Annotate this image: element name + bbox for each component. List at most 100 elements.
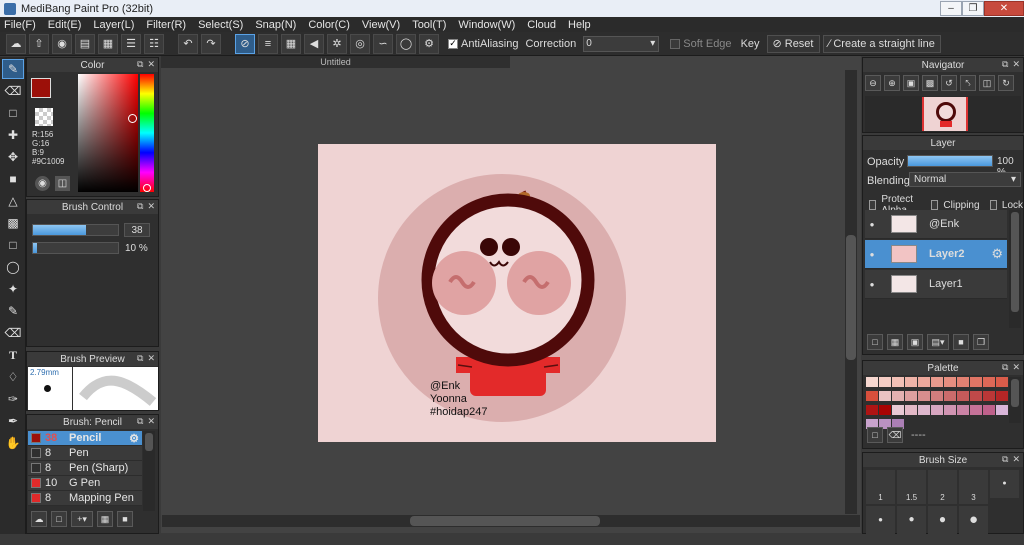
- select-pen-tool-icon[interactable]: ✎: [2, 301, 24, 321]
- brush-size-dot-d[interactable]: ●: [928, 506, 957, 534]
- brush-settings-gear-icon[interactable]: ⚙: [129, 432, 139, 445]
- palette-swatch[interactable]: [892, 391, 904, 401]
- brush-size-1[interactable]: 1: [866, 470, 895, 504]
- eraser-tool-icon[interactable]: ⌫: [2, 81, 24, 101]
- palette-swatch[interactable]: [879, 391, 891, 401]
- brush-size-2[interactable]: 2: [928, 470, 957, 504]
- brush-item-2[interactable]: 8 Pen (Sharp): [28, 461, 142, 476]
- palette-swatch[interactable]: [866, 391, 878, 401]
- document-tab[interactable]: Untitled: [161, 56, 510, 68]
- curve-snap-icon[interactable]: ∽: [373, 33, 393, 54]
- menu-window[interactable]: Window(W): [458, 19, 515, 31]
- hue-slider[interactable]: [140, 74, 154, 192]
- palette-swatch[interactable]: [918, 377, 930, 387]
- palette-swatch[interactable]: [983, 391, 995, 401]
- palette-swatch[interactable]: [905, 377, 917, 387]
- chat-icon[interactable]: ▤: [75, 33, 95, 54]
- parallel-snap-icon[interactable]: ≡: [258, 33, 278, 54]
- document-canvas[interactable]: @Enk Yoonna #hoidap247: [318, 144, 716, 442]
- palette-swatch[interactable]: [918, 405, 930, 415]
- menu-edit[interactable]: Edit(E): [48, 19, 82, 31]
- menu-file[interactable]: File(F): [4, 19, 36, 31]
- menu-snap[interactable]: Snap(N): [255, 19, 296, 31]
- brush-item-3[interactable]: 10 G Pen: [28, 476, 142, 491]
- brush-folder-icon[interactable]: ■: [117, 511, 133, 527]
- palette-swatch[interactable]: [957, 377, 969, 387]
- palette-swatch[interactable]: [944, 377, 956, 387]
- cloud-brush-icon[interactable]: ☁: [31, 511, 47, 527]
- undock-icon[interactable]: ⧉: [137, 59, 143, 70]
- horizontal-scroll-thumb[interactable]: [410, 516, 600, 526]
- navigator-preview[interactable]: [865, 96, 1021, 132]
- palette-swatch[interactable]: [931, 391, 943, 401]
- zoom-out-icon[interactable]: ⊖: [865, 75, 881, 91]
- comment-icon[interactable]: ◉: [52, 33, 72, 54]
- menu-cloud[interactable]: Cloud: [527, 19, 556, 31]
- radial-snap-icon[interactable]: ✲: [327, 33, 347, 54]
- palette-swatch[interactable]: [996, 377, 1008, 387]
- select-rect-tool-icon[interactable]: □: [2, 235, 24, 255]
- lock-checkbox[interactable]: [989, 200, 997, 210]
- new-8bit-layer-icon[interactable]: ▣: [907, 334, 923, 350]
- fit-icon[interactable]: ⤣: [960, 75, 976, 91]
- palette-swatch[interactable]: [957, 405, 969, 415]
- brush-size-value[interactable]: 38: [124, 223, 150, 237]
- palette-swatch[interactable]: [905, 405, 917, 415]
- canvas-vertical-scrollbar[interactable]: [845, 70, 857, 514]
- palette-swatch[interactable]: [892, 405, 904, 415]
- layer-row-layer2[interactable]: ● Layer2 ⚙: [865, 240, 1007, 269]
- undock-icon[interactable]: ⧉: [137, 416, 143, 427]
- antialiasing-checkbox[interactable]: ✓ AntiAliasing: [448, 38, 522, 50]
- pen-tool-icon[interactable]: ✒: [2, 411, 24, 431]
- magic-wand-tool-icon[interactable]: ✦: [2, 279, 24, 299]
- new-brush-icon[interactable]: □: [51, 511, 67, 527]
- menu-tool[interactable]: Tool(T): [412, 19, 446, 31]
- menu-select[interactable]: Select(S): [198, 19, 243, 31]
- new-palette-icon[interactable]: □: [867, 427, 883, 443]
- visibility-icon[interactable]: ●: [865, 220, 879, 229]
- cloud-icon[interactable]: ☁: [6, 33, 26, 54]
- protect-alpha-checkbox[interactable]: [869, 200, 877, 210]
- color-history-icon[interactable]: ◫: [55, 176, 70, 191]
- panel-close-icon[interactable]: ✕: [147, 201, 155, 212]
- maximize-button[interactable]: ❐: [962, 1, 984, 16]
- palette-swatch[interactable]: [866, 377, 878, 387]
- delete-palette-icon[interactable]: ⌫: [887, 427, 903, 443]
- rotate-right-icon[interactable]: ↻: [998, 75, 1014, 91]
- grid-icon[interactable]: ☷: [144, 33, 164, 54]
- menu-filter[interactable]: Filter(R): [146, 19, 186, 31]
- undock-icon[interactable]: ⧉: [137, 201, 143, 212]
- panel-close-icon[interactable]: ✕: [1012, 362, 1020, 373]
- brush-item-1[interactable]: 8 Pen: [28, 446, 142, 461]
- layer-scrollbar[interactable]: [1009, 210, 1021, 328]
- layer-row-enk[interactable]: ● @Enk: [865, 210, 1007, 239]
- vanishing-point-icon[interactable]: ◀: [304, 33, 324, 54]
- brush-size-dot-a[interactable]: ●: [990, 470, 1019, 498]
- rotate-left-icon[interactable]: ↺: [941, 75, 957, 91]
- duplicate-layer-icon[interactable]: ❐: [973, 334, 989, 350]
- brush-settings-icon[interactable]: ▦: [97, 511, 113, 527]
- transparent-color-swatch[interactable]: [35, 108, 53, 126]
- palette-swatch[interactable]: [944, 391, 956, 401]
- select-eraser-tool-icon[interactable]: ⌫: [2, 323, 24, 343]
- sv-picker-handle[interactable]: [128, 114, 137, 123]
- fit-window-icon[interactable]: ▣: [903, 75, 919, 91]
- panel-close-icon[interactable]: ✕: [1012, 454, 1020, 465]
- canvas-area[interactable]: Untitled @Enk Yoonna #hoidap247: [161, 56, 861, 533]
- panel-close-icon[interactable]: ✕: [147, 353, 155, 364]
- fill-rect-tool-icon[interactable]: ■: [2, 169, 24, 189]
- layer-row-layer1[interactable]: ● Layer1: [865, 270, 1007, 299]
- close-button[interactable]: ✕: [984, 1, 1024, 16]
- brush-size-1-5[interactable]: 1.5: [897, 470, 926, 504]
- palette-swatch[interactable]: [996, 405, 1008, 415]
- palette-swatch[interactable]: [866, 405, 878, 415]
- flip-icon[interactable]: ◫: [979, 75, 995, 91]
- brush-size-3[interactable]: 3: [959, 470, 988, 504]
- menu-color[interactable]: Color(C): [308, 19, 350, 31]
- layer-folder-icon[interactable]: ■: [953, 334, 969, 350]
- minimize-button[interactable]: –: [940, 1, 962, 16]
- dot-tool-icon[interactable]: □: [2, 103, 24, 123]
- clipping-checkbox[interactable]: [931, 200, 939, 210]
- snap-settings-icon[interactable]: ⚙: [419, 33, 439, 54]
- undock-icon[interactable]: ⧉: [1002, 59, 1008, 70]
